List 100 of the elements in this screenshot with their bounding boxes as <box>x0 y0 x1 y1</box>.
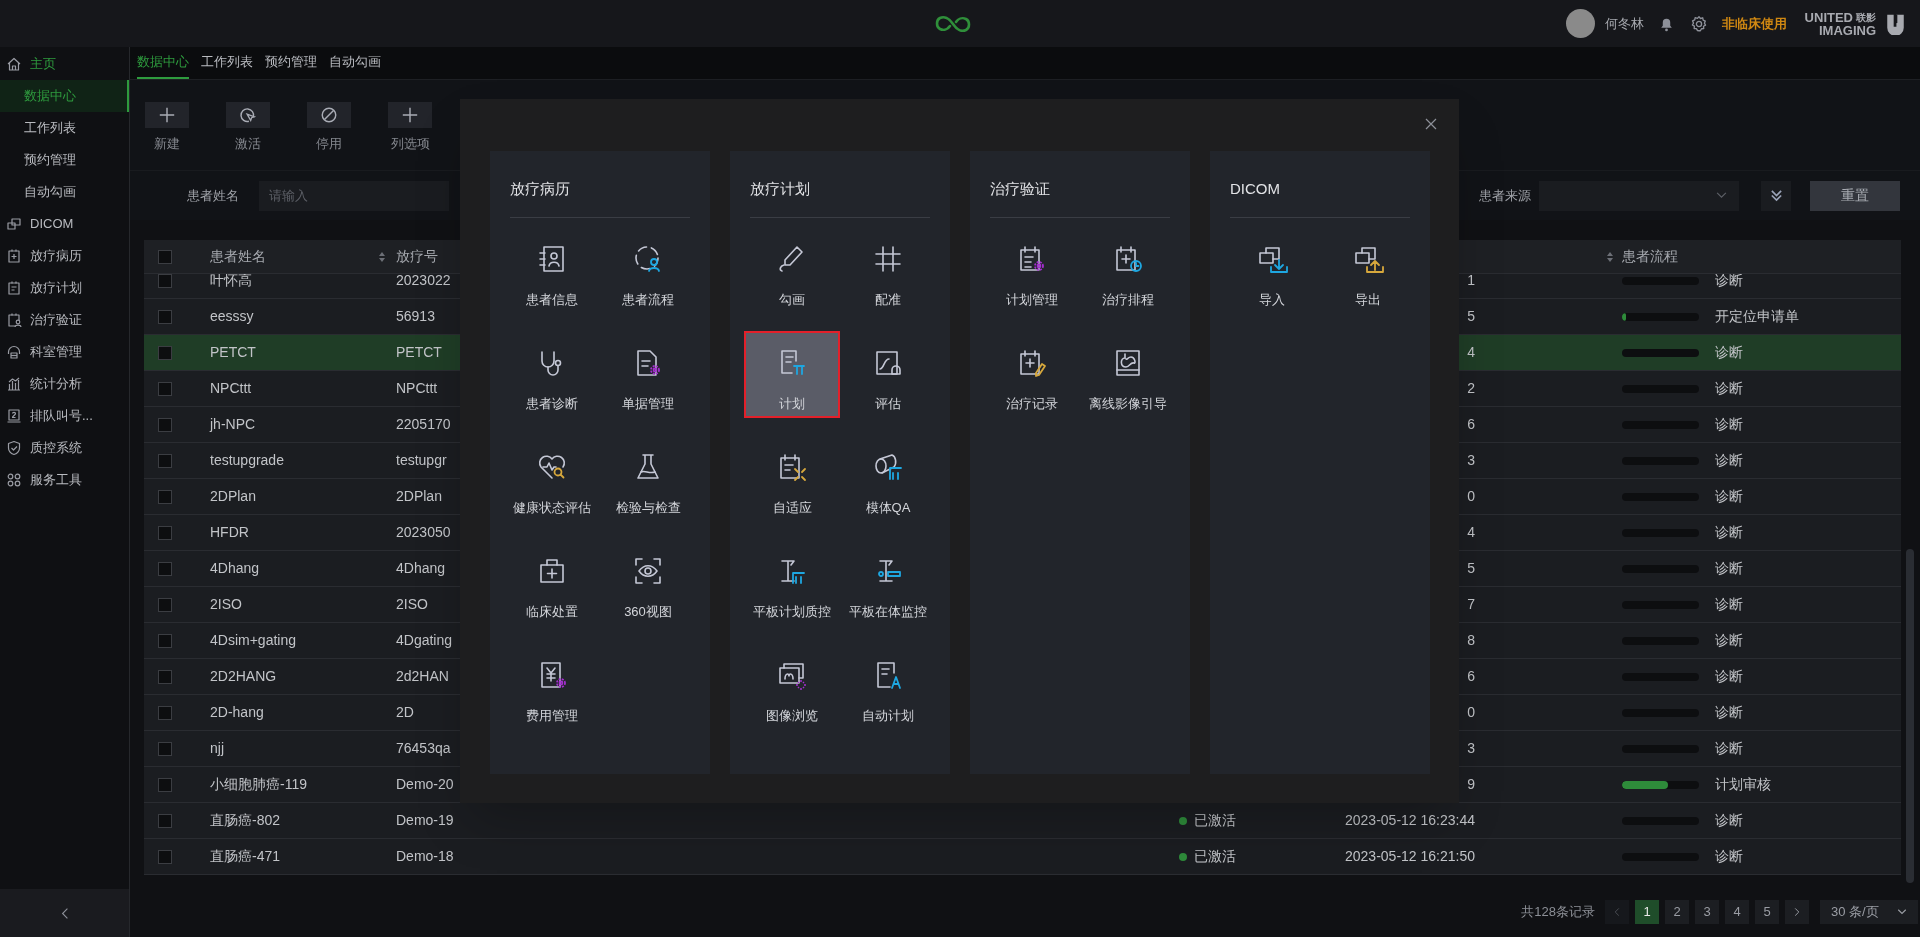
tab[interactable]: 预约管理 <box>265 46 317 79</box>
toolbar-button[interactable] <box>307 102 351 128</box>
table-cell: 2ISO <box>210 596 242 612</box>
scrollbar-thumb[interactable] <box>1906 549 1914 883</box>
page-button[interactable]: 5 <box>1755 900 1779 924</box>
app-tile[interactable]: 勾画 <box>744 227 840 314</box>
row-checkbox[interactable] <box>158 309 172 324</box>
app-tile[interactable]: 导出 <box>1320 227 1416 314</box>
sidebar-item[interactable]: 主页 <box>0 48 129 80</box>
row-checkbox[interactable] <box>158 381 172 396</box>
app-tile[interactable]: 临床处置 <box>504 539 600 626</box>
table-cell-text: 3 <box>1467 739 1475 758</box>
row-checkbox[interactable] <box>158 274 172 288</box>
expand-button[interactable] <box>1761 180 1791 211</box>
page-size-select[interactable]: 30 条/页 <box>1820 900 1918 924</box>
bar-chart-icon <box>6 376 22 392</box>
field-label: 患者姓名 <box>187 186 239 205</box>
table-cell: 2D-hang <box>210 704 264 720</box>
grid-icon <box>872 243 904 275</box>
page-button[interactable]: 4 <box>1725 900 1749 924</box>
table-cell: testupgr <box>396 452 447 468</box>
app-tile[interactable]: 治疗记录 <box>984 331 1080 418</box>
app-tile[interactable]: 离线影像引导 <box>1080 331 1176 418</box>
source-select[interactable] <box>1539 180 1739 211</box>
row-checkbox[interactable] <box>158 705 172 720</box>
row-checkbox[interactable] <box>158 417 172 432</box>
page-button[interactable]: 1 <box>1635 900 1659 924</box>
row-checkbox[interactable] <box>158 489 172 504</box>
app-tile[interactable]: 治疗排程 <box>1080 227 1176 314</box>
tab[interactable]: 工作列表 <box>201 46 253 79</box>
app-tile[interactable]: 患者流程 <box>600 227 696 314</box>
sidebar-item[interactable]: 治疗验证 <box>0 304 129 336</box>
table-cell-text: 诊断 <box>1715 811 1743 830</box>
sidebar-item[interactable]: 科室管理 <box>0 336 129 368</box>
reset-button[interactable]: 重置 <box>1810 180 1900 211</box>
brand-mark-icon <box>1886 12 1905 35</box>
app-tile[interactable]: 患者信息 <box>504 227 600 314</box>
sidebar-item[interactable]: 服务工具 <box>0 464 129 496</box>
calendar-person-icon <box>6 312 22 328</box>
sidebar-item[interactable]: 放疗计划 <box>0 272 129 304</box>
table-row[interactable]: 直肠癌-471 Demo-18 已激活 2023-05-12 16:21:50 诊断 <box>144 839 1901 875</box>
app-tile[interactable]: 导入 <box>1224 227 1320 314</box>
toolbar-label: 激活 <box>235 135 261 153</box>
page-button[interactable]: 3 <box>1695 900 1719 924</box>
row-checkbox[interactable] <box>158 633 172 648</box>
sidebar-subitem[interactable]: 工作列表 <box>0 112 129 144</box>
sidebar-item[interactable]: DICOM <box>0 208 129 240</box>
sidebar-item[interactable]: 放疗病历 <box>0 240 129 272</box>
avatar[interactable] <box>1565 9 1595 38</box>
app-tile[interactable]: 计划 <box>744 331 840 418</box>
app-tile[interactable]: 评估 <box>840 331 936 418</box>
row-checkbox[interactable] <box>158 777 172 792</box>
table-cell-text: 0 <box>1467 703 1475 722</box>
page-button[interactable]: 2 <box>1665 900 1689 924</box>
table-cell-text: 诊断 <box>1715 487 1743 506</box>
sidebar-subitem[interactable]: 数据中心 <box>0 80 129 112</box>
name-input-field[interactable]: 请输入 <box>259 180 449 211</box>
app-tile[interactable]: 患者诊断 <box>504 331 600 418</box>
row-checkbox[interactable] <box>158 525 172 540</box>
previous-page-button[interactable] <box>1605 900 1629 924</box>
toolbar-label: 列选项 <box>390 135 430 153</box>
row-checkbox[interactable] <box>158 561 172 576</box>
sidebar-subitem[interactable]: 自动勾画 <box>0 176 129 208</box>
table-cell: 2205170 <box>396 416 451 432</box>
sidebar-item[interactable]: 排队叫号... <box>0 400 129 432</box>
app-tile[interactable]: 360视图 <box>600 539 696 626</box>
row-checkbox[interactable] <box>158 345 172 360</box>
next-page-button[interactable] <box>1785 900 1809 924</box>
table-row[interactable]: 直肠癌-802 Demo-19 已激活 2023-05-12 16:23:44 诊断 <box>144 803 1901 839</box>
toolbar-button[interactable] <box>226 102 270 128</box>
app-tile[interactable]: 平板在体监控 <box>840 539 936 626</box>
app-tile[interactable]: 图像浏览 <box>744 643 840 730</box>
tab[interactable]: 自动勾画 <box>329 46 381 79</box>
shield-check-icon <box>6 440 22 456</box>
row-checkbox[interactable] <box>158 597 172 612</box>
row-checkbox[interactable] <box>158 813 172 828</box>
row-checkbox[interactable] <box>158 669 172 684</box>
app-tile[interactable]: 自动计划 <box>840 643 936 730</box>
app-tile[interactable]: 检验与检查 <box>600 435 696 522</box>
row-checkbox[interactable] <box>158 849 172 864</box>
app-tile[interactable]: 平板计划质控 <box>744 539 840 626</box>
sidebar-item[interactable]: 质控系统 <box>0 432 129 464</box>
app-tile[interactable]: 模体QA <box>840 435 936 522</box>
app-tile[interactable]: 自适应 <box>744 435 840 522</box>
close-button[interactable] <box>1425 118 1439 132</box>
header-checkbox[interactable] <box>158 249 172 264</box>
app-tile[interactable]: 单据管理 <box>600 331 696 418</box>
app-tile[interactable]: 费用管理 <box>504 643 600 730</box>
collapse-button[interactable] <box>0 889 129 937</box>
table-cell: HFDR <box>210 524 249 540</box>
table-cell: 2ISO <box>396 596 428 612</box>
toolbar-button[interactable] <box>145 102 189 128</box>
row-checkbox[interactable] <box>158 741 172 756</box>
sidebar-item[interactable]: 统计分析 <box>0 368 129 400</box>
row-checkbox[interactable] <box>158 453 172 468</box>
toolbar-button[interactable] <box>388 102 432 128</box>
app-tile[interactable]: 健康状态评估 <box>504 435 600 522</box>
sidebar-subitem[interactable]: 预约管理 <box>0 144 129 176</box>
app-tile[interactable]: 计划管理 <box>984 227 1080 314</box>
app-tile[interactable]: 配准 <box>840 227 936 314</box>
